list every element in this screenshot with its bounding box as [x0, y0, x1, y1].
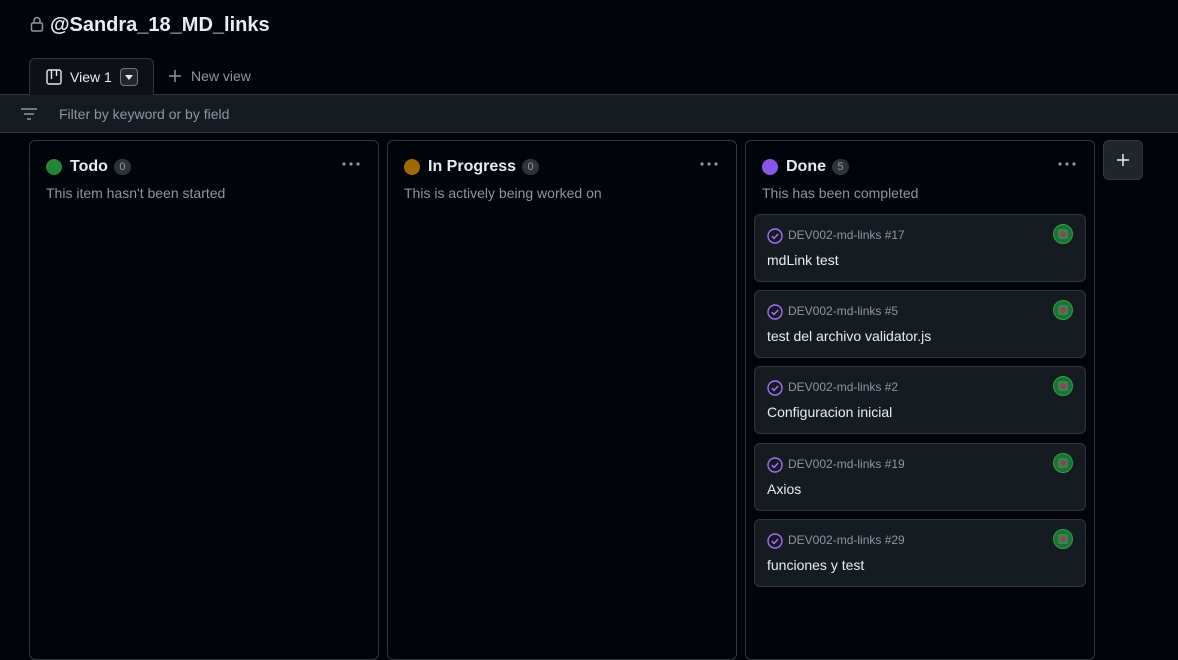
- issue-card[interactable]: DEV002-md-links #17 mdLink test: [754, 214, 1086, 282]
- assignee-avatar[interactable]: [1053, 224, 1073, 244]
- plus-icon: [169, 70, 181, 82]
- column-count: 5: [832, 159, 849, 175]
- filter-input[interactable]: [59, 106, 659, 122]
- tab-label: View 1: [70, 69, 112, 85]
- issue-reference[interactable]: DEV002-md-links #29: [788, 533, 905, 547]
- issue-title[interactable]: Axios: [767, 481, 801, 497]
- column-in-progress: In Progress 0 This is actively being wor…: [387, 140, 737, 660]
- column-header: In Progress 0: [404, 157, 540, 177]
- closed-issue-icon: [767, 457, 783, 473]
- more-options-icon[interactable]: [700, 157, 718, 171]
- column-count: 0: [113, 159, 131, 175]
- column-header: Done 5: [762, 157, 849, 177]
- assignee-avatar[interactable]: [1053, 529, 1073, 549]
- issue-title[interactable]: funciones y test: [767, 557, 864, 573]
- add-column-button[interactable]: [1103, 140, 1143, 180]
- issue-card[interactable]: DEV002-md-links #29 funciones y test: [754, 519, 1086, 587]
- filter-icon[interactable]: [21, 108, 37, 120]
- new-view-label: New view: [191, 68, 251, 84]
- board: Todo 0 This item hasn't been started In …: [0, 133, 1178, 660]
- filter-bar: [0, 95, 1178, 133]
- project-header: @Sandra_18_MD_links: [0, 0, 1178, 58]
- column-header: Todo 0: [46, 157, 131, 177]
- issue-card[interactable]: DEV002-md-links #19 Axios: [754, 443, 1086, 511]
- column-todo: Todo 0 This item hasn't been started: [29, 140, 379, 660]
- status-dot-icon: [404, 159, 420, 175]
- column-done: Done 5 This has been completed DEV002-md…: [745, 140, 1095, 660]
- assignee-avatar[interactable]: [1053, 300, 1073, 320]
- new-view-button[interactable]: New view: [168, 68, 251, 84]
- more-options-icon[interactable]: [1058, 157, 1076, 171]
- issue-title[interactable]: Configuracion inicial: [767, 404, 892, 420]
- column-count: 0: [522, 159, 540, 175]
- column-description: This has been completed: [762, 185, 919, 201]
- issue-reference[interactable]: DEV002-md-links #19: [788, 457, 905, 471]
- issue-reference[interactable]: DEV002-md-links #17: [788, 228, 905, 242]
- status-dot-icon: [762, 159, 778, 175]
- view-options-button[interactable]: [119, 68, 138, 86]
- column-description: This is actively being worked on: [404, 185, 602, 201]
- view-tabs: View 1 New view: [0, 58, 1178, 96]
- issue-title[interactable]: mdLink test: [767, 252, 839, 268]
- tab-view-1[interactable]: View 1: [29, 58, 154, 96]
- board-view-icon: [46, 69, 62, 85]
- issue-reference[interactable]: DEV002-md-links #5: [788, 304, 898, 318]
- column-name: Todo: [70, 158, 108, 175]
- more-options-icon[interactable]: [342, 157, 360, 171]
- closed-issue-icon: [767, 228, 783, 244]
- issue-card[interactable]: DEV002-md-links #5 test del archivo vali…: [754, 290, 1086, 358]
- status-dot-icon: [46, 159, 62, 175]
- closed-issue-icon: [767, 380, 783, 396]
- assignee-avatar[interactable]: [1053, 376, 1073, 396]
- column-name: Done: [786, 158, 826, 175]
- column-name: In Progress: [428, 158, 517, 175]
- assignee-avatar[interactable]: [1053, 453, 1073, 473]
- issue-reference[interactable]: DEV002-md-links #2: [788, 380, 898, 394]
- project-title: @Sandra_18_MD_links: [50, 14, 270, 36]
- plus-icon: [1117, 154, 1129, 166]
- lock-icon: [30, 16, 44, 32]
- closed-issue-icon: [767, 304, 783, 320]
- caret-down-icon: [124, 74, 133, 80]
- column-description: This item hasn't been started: [46, 185, 226, 201]
- issue-title[interactable]: test del archivo validator.js: [767, 328, 931, 344]
- closed-issue-icon: [767, 533, 783, 549]
- issue-card[interactable]: DEV002-md-links #2 Configuracion inicial: [754, 366, 1086, 434]
